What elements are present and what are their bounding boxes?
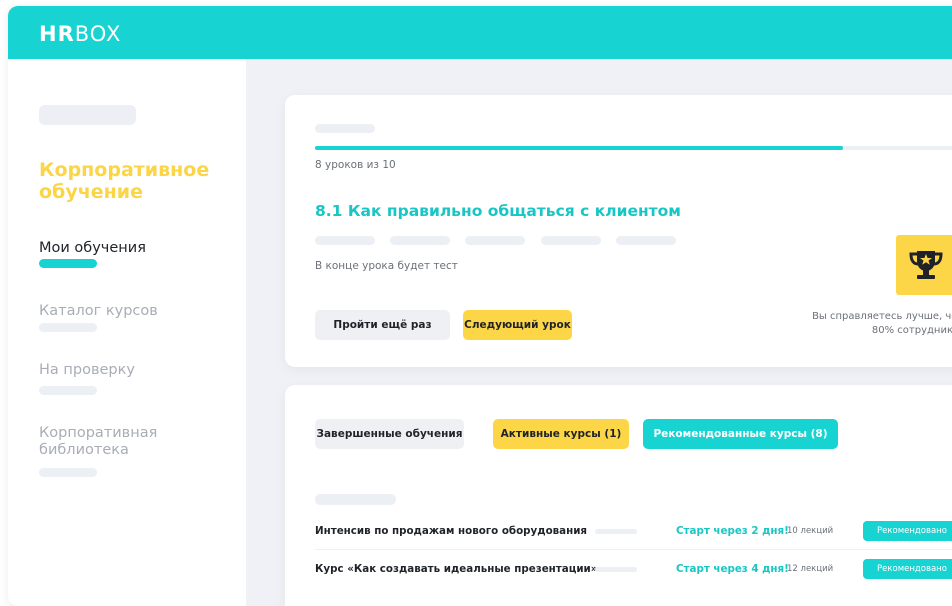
sidebar-placeholder [39, 105, 136, 125]
lesson-progress-bar [315, 146, 952, 150]
active-indicator [39, 259, 97, 268]
course-name: Интенсив по продажам нового оборудования [315, 525, 588, 537]
app-window: HRBOX Корпоративное обучение Мои обучени… [8, 6, 952, 606]
nav-placeholder [39, 323, 97, 332]
tab-completed[interactable]: Завершенные обучения [315, 419, 464, 449]
sidebar-item-catalog[interactable]: Каталог курсов [39, 303, 158, 320]
hrbox-logo[interactable]: HRBOX [39, 22, 121, 46]
top-bar: HRBOX [8, 6, 952, 59]
progress-text: 8 уроков из 10 [315, 159, 396, 171]
section-placeholder [315, 494, 396, 505]
text-placeholder [465, 236, 525, 245]
course-start: Старт через 2 дня! [676, 525, 789, 537]
lecture-count: 10 лекций [787, 526, 834, 536]
text-placeholder [616, 236, 676, 245]
trophy-icon [909, 251, 943, 279]
card-placeholder [315, 124, 375, 133]
text-placeholder [390, 236, 450, 245]
lecture-count: 12 лекций [787, 564, 834, 574]
recommended-badge[interactable]: Рекомендовано [863, 521, 952, 541]
achievement-text: Вы справляетесь лучше, чем 80% сотрудник… [812, 311, 952, 336]
course-row[interactable]: Интенсив по продажам нового оборудования… [285, 517, 952, 545]
row-placeholder [595, 529, 637, 534]
tab-recommended[interactable]: Рекомендованные курсы (8) [643, 419, 838, 449]
lesson-card: 8 уроков из 10 8.1 Как правильно общатьс… [285, 95, 952, 367]
retry-button[interactable]: Пройти ещё раз [315, 310, 450, 340]
row-divider [315, 549, 952, 550]
course-start: Старт через 4 дня! [676, 563, 789, 575]
sidebar: Корпоративное обучение Мои обучения Ката… [8, 59, 246, 606]
next-lesson-button[interactable]: Следующий урок [463, 310, 572, 340]
course-name: Курс «Как создавать идеальные презентаци… [315, 563, 598, 575]
tab-active[interactable]: Активные курсы (1) [493, 419, 629, 449]
row-placeholder [595, 567, 637, 572]
text-placeholder [541, 236, 601, 245]
recommended-badge[interactable]: Рекомендовано [863, 559, 952, 579]
lesson-progress-fill [315, 146, 843, 150]
lesson-title[interactable]: 8.1 Как правильно общаться с клиентом [315, 202, 681, 220]
nav-placeholder [39, 468, 97, 477]
nav-placeholder [39, 386, 97, 395]
sidebar-item-library[interactable]: Корпоративная библиотека [39, 425, 189, 459]
sidebar-title: Корпоративное обучение [39, 159, 210, 203]
lesson-note: В конце урока будет тест [315, 260, 458, 272]
course-row[interactable]: Курс «Как создавать идеальные презентаци… [285, 555, 952, 583]
trophy-badge [896, 235, 952, 295]
sidebar-item-review[interactable]: На проверку [39, 362, 135, 379]
text-placeholder [315, 236, 375, 245]
sidebar-item-my-learning[interactable]: Мои обучения [39, 240, 146, 257]
